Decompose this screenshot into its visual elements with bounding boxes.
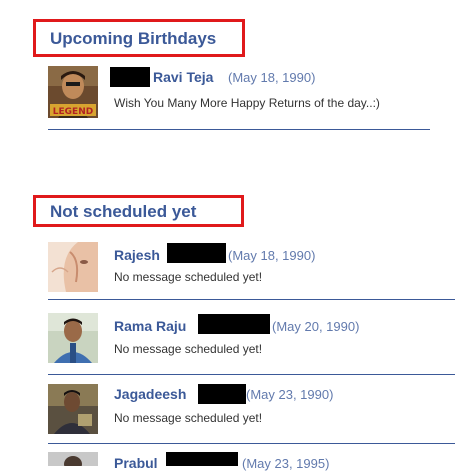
entry-name[interactable]: Rama Raju [114,318,186,334]
entry-divider [48,443,455,444]
entry-message: No message scheduled yet! [114,270,263,284]
entry-date: (May 18, 1990) [228,248,316,263]
avatar-rama-raju[interactable] [48,313,98,363]
upcoming-birthdays-title: Upcoming Birthdays [50,28,217,48]
not-scheduled-heading: Not scheduled yet [33,195,244,227]
redacted-surname-block [198,314,270,334]
birthday-entry-ravi-teja: LEGEND Ravi Teja (May 18, 1990) Wish You… [48,66,455,132]
avatar-prabul[interactable] [48,452,98,466]
entry-name[interactable]: Jagadeesh [114,386,186,402]
entry-message: No message scheduled yet! [114,411,263,425]
avatar-jagadeesh[interactable] [48,384,98,434]
avatar-rajesh[interactable] [48,242,98,292]
entry-name[interactable]: Ravi Teja [153,69,213,85]
entry-date: (May 23, 1995) [242,456,330,471]
avatar-ravi-teja[interactable]: LEGEND [48,66,98,118]
entry-date: (May 23, 1990) [246,387,334,402]
redacted-surname-block [198,384,246,404]
entry-name[interactable]: Rajesh [114,247,160,263]
birthday-entry-rajesh: Rajesh (May 18, 1990) No message schedul… [48,242,455,304]
entry-divider [48,299,455,300]
entry-date: (May 18, 1990) [228,70,316,85]
entry-date: (May 20, 1990) [272,319,360,334]
not-scheduled-title: Not scheduled yet [50,201,197,221]
entry-divider [48,129,430,130]
svg-text:LEGEND: LEGEND [53,107,93,117]
entry-name[interactable]: Prabul [114,455,158,471]
birthday-entry-jagadeesh: Jagadeesh (May 23, 1990) No message sche… [48,384,455,446]
entry-divider [48,374,455,375]
entry-message: No message scheduled yet! [114,342,263,356]
entry-message: Wish You Many More Happy Returns of the … [114,96,380,110]
redacted-surname-block [166,452,238,466]
redacted-name-block [110,67,150,87]
upcoming-birthdays-heading: Upcoming Birthdays [33,19,245,57]
birthday-entry-rama-raju: Rama Raju (May 20, 1990) No message sche… [48,313,455,375]
birthday-entry-prabul: Prabul (May 23, 1995) [48,452,455,471]
redacted-surname-block [167,243,226,263]
